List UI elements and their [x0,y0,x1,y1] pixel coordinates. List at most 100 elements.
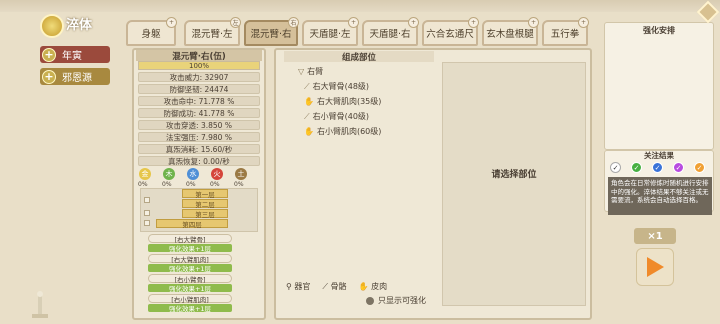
stat-row: 防御坚韧: 24474 [138,84,260,94]
check-green-icon[interactable]: ✓ [631,162,642,173]
tab-label: 五行拳 [550,29,580,40]
tab-badge: + [578,17,589,28]
element-pct: 0% [138,181,148,188]
collapse-icon: ▽ [298,67,305,76]
tree-item[interactable]: ✋ 右大臂肌肉(35级) [304,96,381,107]
color-checks: ✓ ✓ ✓ ✓ ✓ [610,162,705,173]
tab-body[interactable]: 身躯 + [126,17,177,46]
tab-label: 身躯 [141,29,161,40]
play-icon [647,257,664,277]
tab-label: 混元臂·左 [191,29,233,40]
element-wood-icon: 木 [163,168,175,180]
plan-title: 强化安排 [643,25,675,35]
top-bar [0,0,720,12]
check-white-icon[interactable]: ✓ [610,162,621,173]
element-fire-icon: 火 [211,168,223,180]
tab-label: 六合玄通尺 [426,29,474,40]
tab-xuanmu[interactable]: 玄木盘根腿 + [482,17,539,46]
tab-badge: 左 [230,17,241,28]
layer-slot: 第二层 [182,199,228,209]
stat-row: 法宝强压: 7.980 % [138,132,260,142]
tab-badge: + [166,17,177,28]
plus-icon: + [42,47,56,62]
tab-right-leg[interactable]: 天盾腿·右 + [362,17,419,46]
stat-row: 防御成功: 41.778 % [138,108,260,118]
attention-title: 关注结果 [644,151,674,160]
filter-toggle-label: 只显示可强化 [378,296,426,305]
tab-badge: + [348,17,359,28]
plus-icon: + [42,69,56,84]
check-blue-icon[interactable]: ✓ [652,162,663,173]
tree-item[interactable]: ⟋ 右小臂骨(40级) [304,111,369,122]
tab-label: 玄木盘根腿 [486,29,534,40]
element-pct: 0% [186,181,196,188]
stat-row: 攻击穿透: 3.850 % [138,120,260,130]
element-pct: 0% [162,181,172,188]
legend-bone: ⟋ 骨骼 [322,282,347,291]
tree-root[interactable]: ▽ 右臂 [298,66,323,77]
parts-title: 组成部位 [284,51,434,63]
organ-icon: ⚲ [286,282,292,291]
layer-slot: 第四层 [156,219,228,229]
bone-pill: [右小臂肌肉] [148,294,232,304]
radio-icon [366,296,374,305]
stat-row: 攻击威力: 32907 [138,72,260,82]
layer-marker-icon [144,197,150,203]
tab-wuxing[interactable]: 五行拳 + [542,17,589,46]
muscle-icon: ✋ [358,282,369,291]
check-purple-icon[interactable]: ✓ [673,162,684,173]
placeholder-text: 请选择部位 [491,169,537,180]
element-metal-icon: 金 [139,168,151,180]
muscle-icon: ✋ [304,97,314,106]
multiplier-button[interactable]: ×1 [634,228,676,244]
legend-organ: ⚲ 器官 [286,282,311,291]
stat-row: 攻击命中: 71.778 % [138,96,260,106]
element-water-icon: 水 [187,168,199,180]
tree-item-label: 右小臂骨(40级) [312,112,370,121]
tab-label: 天盾腿·左 [309,29,351,40]
side-button-1[interactable]: + 年寅 [40,46,110,63]
progress-text: 100% [188,61,209,70]
bone-icon: ⟋ [304,81,310,91]
tree-item-label: 右大臂骨(48级) [312,82,370,91]
effect-tag: 强化效果+1层 [148,284,232,293]
tree-item[interactable]: ✋ 右小臂肌肉(60级) [304,126,381,137]
effect-tag: 强化效果+1层 [148,264,232,273]
element-pct: 0% [210,181,220,188]
tab-left-leg[interactable]: 天盾腿·左 + [302,17,359,46]
tree-item[interactable]: ⟋ 右大臂骨(48级) [304,81,369,92]
layer-slot: 第一层 [182,189,228,199]
play-button[interactable] [636,248,674,286]
element-pct: 0% [234,181,244,188]
legend: ⚲ 器官 ⟋ 骨骼 ✋ 皮肉 [286,281,387,292]
stat-row: 真炁恢复: 0.00/秒 [138,156,260,166]
filter-toggle[interactable]: 只显示可强化 [366,295,426,306]
tab-badge: + [528,17,539,28]
part-detail-area [442,62,586,306]
tab-label: 混元臂·右 [250,29,292,40]
tab-badge: + [408,17,419,28]
layer-marker-icon [144,220,150,226]
tab-badge: + [468,17,479,28]
check-orange-icon[interactable]: ✓ [694,162,705,173]
tab-label: 天盾腿·右 [369,29,411,40]
element-earth-icon: 土 [235,168,247,180]
effect-tag: 强化效果+1层 [148,244,232,253]
legend-flesh: ✋ 皮肉 [358,282,388,291]
tab-right-arm[interactable]: 混元臂·右 右 [244,17,299,46]
tab-left-arm[interactable]: 混元臂·左 左 [184,17,241,46]
bone-icon: ⟋ [304,111,310,121]
tree-item-label: 右大臂肌肉(35级) [316,97,382,106]
lantern-decoration-icon [30,290,50,320]
tree-item-label: 右小臂肌肉(60级) [316,127,382,136]
layer-slot: 第三层 [182,209,228,219]
layer-marker-icon [144,210,150,216]
bone-pill: [右大臂骨] [148,234,232,244]
effect-tag: 强化效果+1层 [148,304,232,313]
side-button-2[interactable]: + 邪恩源 [40,68,110,85]
side-button-1-label: 年寅 [62,51,82,62]
muscle-icon: ✋ [304,127,314,136]
bone-icon: ⟋ [322,282,329,291]
tab-liuhe[interactable]: 六合玄通尺 + [422,17,479,46]
stats-title: 混元臂·右(伍) [136,50,262,62]
